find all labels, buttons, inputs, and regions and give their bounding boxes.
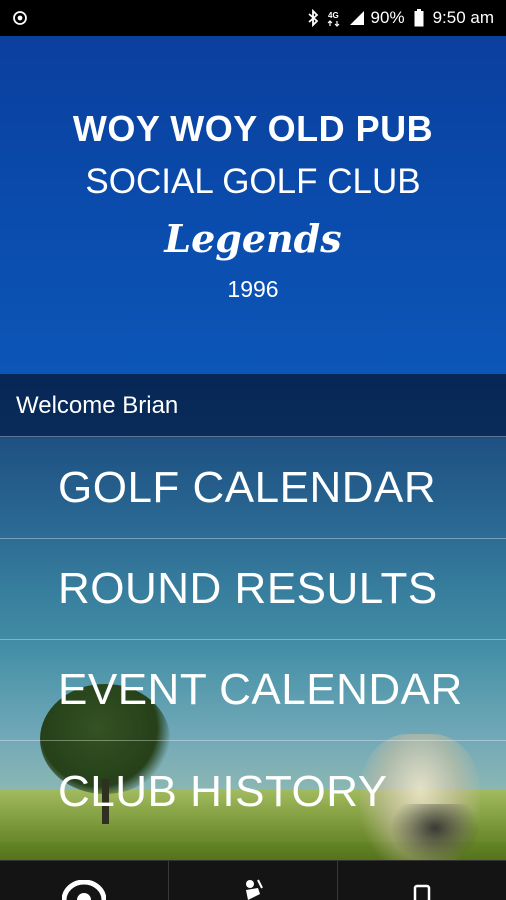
club-year: 1996	[227, 276, 279, 302]
club-legends: Legends	[164, 216, 342, 261]
4g-icon: 4G	[327, 11, 339, 27]
club-name-line2: SOCIAL GOLF CLUB	[85, 162, 421, 201]
menu-area: Welcome Brian GOLF CALENDAR ROUND RESULT…	[0, 374, 506, 860]
battery-percent: 90%	[370, 8, 405, 27]
status-time: 9:50 am	[432, 8, 494, 27]
nav-golfer[interactable]	[169, 861, 338, 900]
bluetooth-icon	[307, 9, 318, 27]
nav-home[interactable]	[0, 861, 169, 900]
club-header: WOY WOY OLD PUB SOCIAL GOLF CLUB Legends…	[0, 36, 506, 374]
nav-phone[interactable]	[338, 861, 506, 900]
status-bar: 4G 90% 9:50 am	[0, 0, 506, 36]
menu-item-event-calendar[interactable]: EVENT CALENDAR	[0, 640, 506, 741]
club-name-line1: WOY WOY OLD PUB	[72, 108, 434, 149]
status-right: 4G 90% 9:50 am	[305, 8, 494, 28]
menu-item-round-results[interactable]: ROUND RESULTS	[0, 539, 506, 640]
main-menu: GOLF CALENDAR ROUND RESULTS EVENT CALEND…	[0, 438, 506, 842]
battery-icon	[414, 9, 424, 27]
signal-icon	[349, 11, 364, 25]
svg-text:4G: 4G	[328, 11, 339, 20]
home-icon	[62, 880, 106, 900]
golfer-icon	[246, 879, 263, 900]
bottom-nav	[0, 860, 506, 900]
menu-item-golf-calendar[interactable]: GOLF CALENDAR	[0, 438, 506, 539]
welcome-message: Welcome Brian	[0, 374, 506, 437]
sync-icon	[13, 11, 27, 25]
phone-icon	[413, 884, 431, 900]
status-left	[12, 9, 28, 27]
menu-item-club-history[interactable]: CLUB HISTORY	[0, 741, 506, 842]
